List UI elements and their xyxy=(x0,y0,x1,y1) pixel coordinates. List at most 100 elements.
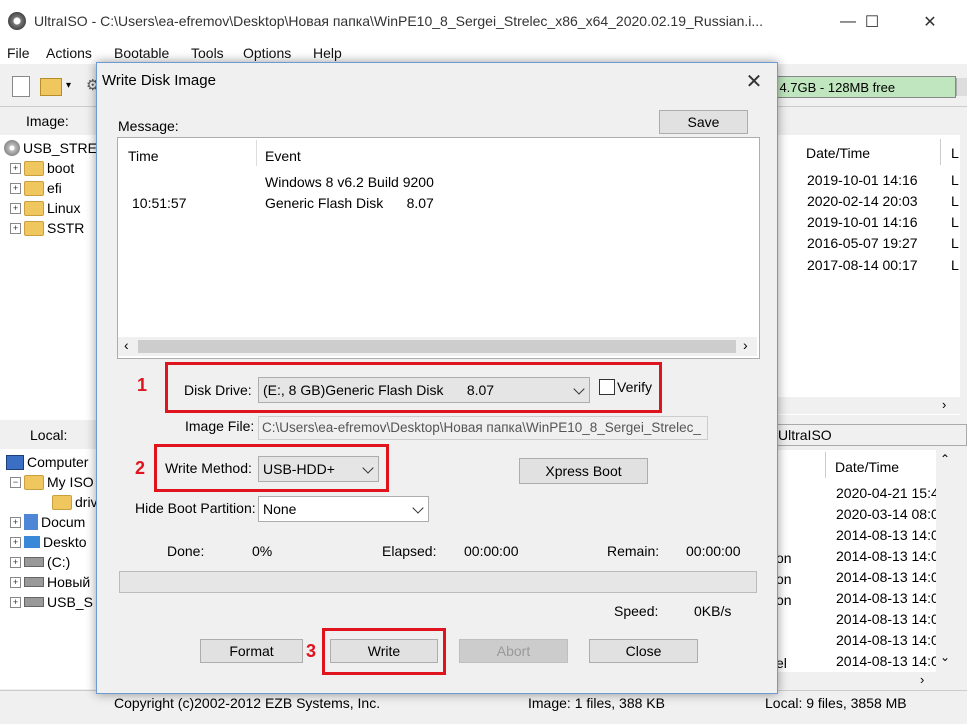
remain-value: 00:00:00 xyxy=(686,543,741,559)
expand-icon[interactable]: + xyxy=(10,222,21,234)
annotation-2: 2 xyxy=(135,458,146,478)
scroll-right-icon[interactable]: › xyxy=(743,337,748,353)
column-header-datetime[interactable]: Date/Time xyxy=(806,145,870,161)
horizontal-scrollbar[interactable] xyxy=(776,397,960,414)
vertical-scrollbar[interactable] xyxy=(936,450,956,672)
tree-item-label: driv xyxy=(75,494,98,510)
folder-icon xyxy=(24,160,44,176)
tree-item-boot[interactable]: + boot xyxy=(10,158,84,178)
message-log[interactable]: Time Event Windows 8 v6.2 Build 9200 10:… xyxy=(117,137,760,359)
expand-icon[interactable]: + xyxy=(10,536,21,548)
cell-fragment: on xyxy=(776,571,792,587)
local-label: Local: xyxy=(30,427,68,443)
log-header-time[interactable]: Time xyxy=(128,148,159,164)
dialog-close-icon[interactable]: ✕ xyxy=(737,67,771,95)
date-cell: 2014-08-13 14:02 xyxy=(836,590,936,606)
l-cell: L xyxy=(951,257,959,273)
tree-item-documents[interactable]: + Docum xyxy=(10,512,93,532)
tree-item-drive-folder[interactable]: driv xyxy=(52,492,98,512)
new-file-icon[interactable] xyxy=(12,76,30,97)
collapse-icon[interactable]: − xyxy=(10,476,21,488)
maximize-button[interactable]: ☐ xyxy=(852,6,892,38)
open-dropdown-icon[interactable]: ▾ xyxy=(66,80,71,91)
column-header-l[interactable]: L xyxy=(951,145,959,161)
log-event: Windows 8 v6.2 Build 9200 xyxy=(265,174,434,190)
chevron-down-icon xyxy=(573,383,585,395)
scroll-thumb[interactable] xyxy=(138,340,736,353)
date-cell: 2020-03-14 08:08 xyxy=(836,506,936,522)
menu-file[interactable]: File xyxy=(7,45,30,61)
write-method-select[interactable]: USB-HDD+ xyxy=(258,456,379,482)
scroll-right-icon[interactable]: › xyxy=(920,672,924,687)
capacity-scroll[interactable] xyxy=(956,78,967,96)
drive-icon xyxy=(24,577,44,587)
documents-icon xyxy=(24,514,38,530)
chevron-down-icon xyxy=(412,502,424,514)
menu-tools[interactable]: Tools xyxy=(191,45,224,61)
menu-bootable[interactable]: Bootable xyxy=(114,45,169,61)
save-button[interactable]: Save xyxy=(659,110,748,134)
tree-item-new-volume[interactable]: + Новый xyxy=(10,572,93,592)
expand-icon[interactable]: + xyxy=(10,162,21,174)
tree-item-myiso[interactable]: − My ISO xyxy=(10,472,94,492)
expand-icon[interactable]: + xyxy=(10,516,21,528)
menu-actions[interactable]: Actions xyxy=(46,45,92,61)
log-header-event[interactable]: Event xyxy=(265,148,301,164)
expand-icon[interactable]: + xyxy=(10,596,21,608)
tree-item-label: Docum xyxy=(41,514,86,530)
disk-drive-select[interactable]: (E:, 8 GB)Generic Flash Disk 8.07 xyxy=(258,377,590,403)
write-button[interactable]: Write xyxy=(330,639,438,663)
close-window-button[interactable]: ✕ xyxy=(910,6,950,38)
scroll-down-icon[interactable]: ⌄ xyxy=(940,650,950,664)
date-cell: 2014-08-13 14:02 xyxy=(836,527,936,543)
column-header-datetime[interactable]: Date/Time xyxy=(835,459,899,475)
tree-item-label: boot xyxy=(47,160,75,176)
xpress-boot-button[interactable]: Xpress Boot xyxy=(519,458,648,484)
image-label: Image: xyxy=(26,113,69,129)
tree-item-usb[interactable]: + USB_S xyxy=(10,592,93,612)
open-folder-icon[interactable] xyxy=(40,78,62,96)
scroll-left-icon[interactable]: ‹ xyxy=(124,337,129,353)
remain-label: Remain: xyxy=(607,543,660,559)
scroll-right-icon[interactable]: › xyxy=(942,397,946,412)
status-local: Local: 9 files, 3858 MB xyxy=(765,695,907,711)
menu-help[interactable]: Help xyxy=(313,45,342,61)
tree-item-efi[interactable]: + efi xyxy=(10,178,84,198)
format-button[interactable]: Format xyxy=(200,639,303,663)
tree-item-label: SSTR xyxy=(47,220,85,236)
image-file-field[interactable]: C:\Users\ea-efremov\Desktop\Новая папка\… xyxy=(258,416,708,440)
scroll-up-icon[interactable]: ⌃ xyxy=(940,452,950,466)
abort-button[interactable]: Abort xyxy=(459,639,568,663)
tree-item-label: efi xyxy=(47,180,62,196)
ultraiso-app-icon xyxy=(8,12,26,30)
tree-item-sstr[interactable]: + SSTR xyxy=(10,218,84,238)
tree-item-desktop[interactable]: + Deskto xyxy=(10,532,93,552)
date-cell: 2017-08-14 00:17 xyxy=(807,257,918,273)
verify-label: Verify xyxy=(617,379,653,395)
date-cell: 2019-10-01 14:16 xyxy=(807,172,918,188)
expand-icon[interactable]: + xyxy=(10,576,21,588)
date-cell: 2020-04-21 15:42 xyxy=(836,485,936,501)
tree-item-computer[interactable]: Computer xyxy=(6,452,88,472)
l-cell: L xyxy=(951,214,959,230)
hide-boot-partition-value: None xyxy=(263,501,297,517)
expand-icon[interactable]: + xyxy=(10,202,21,214)
close-button[interactable]: Close xyxy=(589,639,698,663)
done-value: 0% xyxy=(252,543,273,559)
expand-icon[interactable]: + xyxy=(10,182,21,194)
drive-icon xyxy=(24,597,44,607)
tree-item-linux[interactable]: + Linux xyxy=(10,198,84,218)
log-hscrollbar[interactable]: ‹ › xyxy=(118,337,757,356)
tree-root-label: USB_STRE xyxy=(23,140,97,156)
date-cell: 2019-10-01 14:16 xyxy=(807,214,918,230)
write-method-value: USB-HDD+ xyxy=(263,461,335,477)
column-divider xyxy=(256,140,257,166)
hide-boot-partition-select[interactable]: None xyxy=(258,496,429,522)
verify-checkbox[interactable] xyxy=(599,379,615,395)
tree-root-usb[interactable]: USB_STRE xyxy=(4,138,97,158)
write-method-label: Write Method: xyxy=(165,460,252,476)
tree-item-drive-c[interactable]: + (C:) xyxy=(10,552,93,572)
expand-icon[interactable]: + xyxy=(10,556,21,568)
menu-options[interactable]: Options xyxy=(243,45,291,61)
right-top-bar xyxy=(776,110,967,134)
